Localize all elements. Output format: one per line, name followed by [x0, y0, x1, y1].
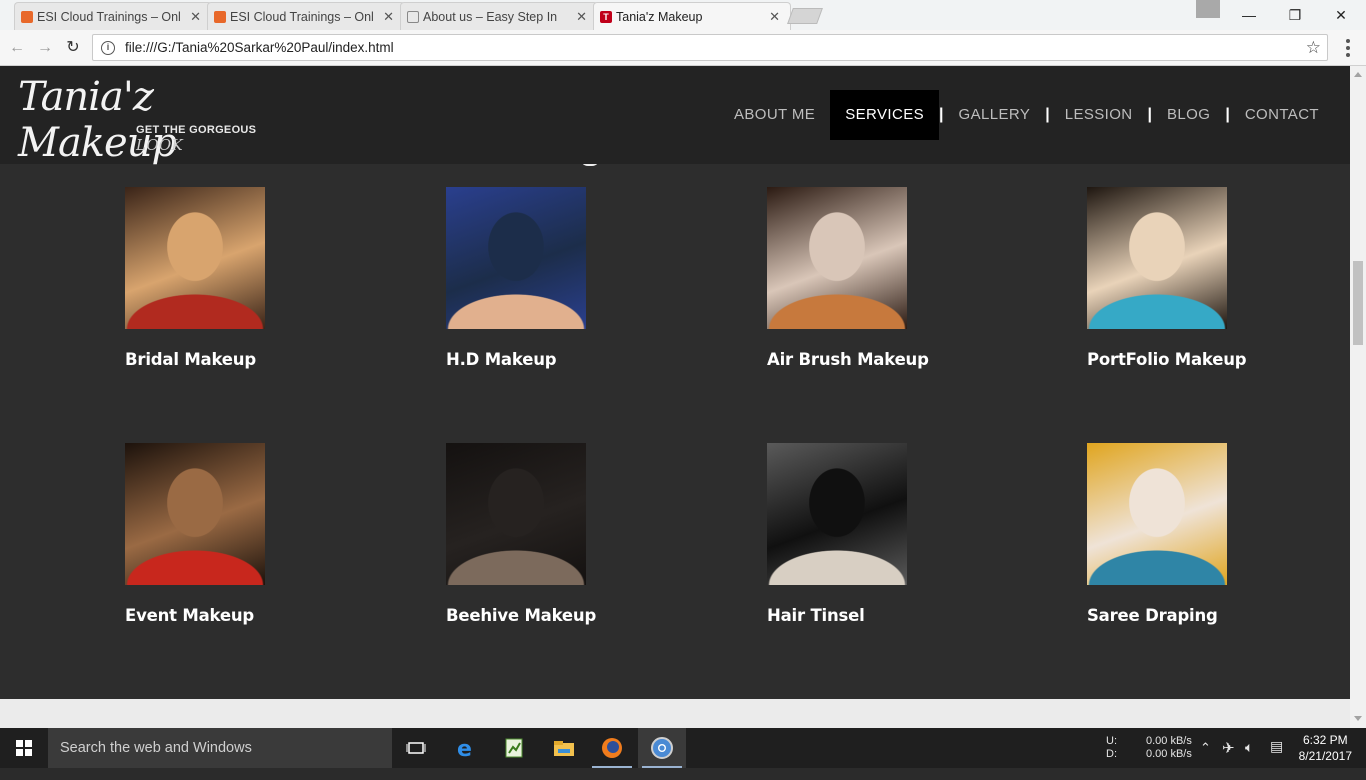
profile-icon[interactable]	[1196, 0, 1220, 18]
browser-toolbar: ← → ↻ i file:///G:/Tania%20Sarkar%20Paul…	[0, 30, 1366, 66]
network-speed-labels: U: D:	[1106, 735, 1117, 775]
page-favicon-icon	[407, 10, 419, 23]
tab-close-icon[interactable]: ✕	[576, 9, 587, 25]
site-favicon-icon: T	[600, 10, 612, 23]
chrome-menu-icon[interactable]	[1340, 39, 1356, 57]
service-image[interactable]	[125, 187, 265, 329]
service-card[interactable]: Beehive Makeup	[446, 443, 646, 625]
service-title[interactable]: PortFolio Makeup	[1087, 350, 1287, 369]
nav-services[interactable]: SERVICES	[830, 90, 940, 140]
close-window-button[interactable]: ✕	[1318, 0, 1364, 30]
browser-tabstrip: ESI Cloud Trainings – Onl ✕ ESI Cloud Tr…	[0, 0, 1366, 30]
service-title[interactable]: Bridal Makeup	[125, 350, 325, 369]
action-center-icon[interactable]: ▤	[1270, 738, 1283, 778]
tab-close-icon[interactable]: ✕	[190, 9, 201, 25]
upload-label: U:	[1106, 735, 1117, 747]
service-image[interactable]	[1087, 443, 1227, 585]
scroll-down-arrow-icon[interactable]	[1354, 716, 1362, 721]
service-title[interactable]: Event Makeup	[125, 606, 325, 625]
tab-title: About us – Easy Step In	[423, 9, 558, 24]
edge-browser-icon[interactable]: e	[442, 728, 490, 768]
address-bar[interactable]: i file:///G:/Tania%20Sarkar%20Paul/index…	[92, 34, 1328, 61]
chrome-icon[interactable]	[638, 728, 686, 768]
windows-logo-icon	[16, 740, 32, 756]
taskbar-clock[interactable]: 6:32 PM 8/21/2017	[1299, 732, 1352, 764]
nav-lession[interactable]: LESSION	[1050, 90, 1148, 140]
upload-speed: 0.00 kB/s	[1146, 735, 1192, 747]
reload-icon[interactable]: ↻	[62, 37, 84, 59]
service-card[interactable]: PortFolio Makeup	[1087, 187, 1287, 369]
scroll-up-arrow-icon[interactable]	[1354, 72, 1362, 77]
service-card[interactable]: Air Brush Makeup	[767, 187, 967, 369]
minimize-button[interactable]: —	[1226, 0, 1272, 30]
network-icon[interactable]: ✈	[1222, 739, 1235, 779]
show-hidden-icons-chevron-icon[interactable]: ⌃	[1200, 740, 1211, 780]
site-logo[interactable]: Tania'z Makeup GET THE GORGEOUS LOOK	[18, 74, 283, 166]
download-speed: 0.00 kB/s	[1146, 748, 1192, 760]
nav-about-me[interactable]: ABOUT ME	[719, 90, 830, 140]
service-title[interactable]: Saree Draping	[1087, 606, 1287, 625]
taskbar-search-box[interactable]: Search the web and Windows	[48, 728, 392, 768]
firefox-icon[interactable]	[588, 728, 636, 768]
browser-tab[interactable]: ESI Cloud Trainings – Onl ✕	[207, 2, 405, 30]
site-header: Tania'z Makeup GET THE GORGEOUS LOOK ABO…	[0, 66, 1350, 166]
clock-date: 8/21/2017	[1298, 749, 1352, 763]
service-title[interactable]: Air Brush Makeup	[767, 350, 967, 369]
network-speed-meter: 0.00 kB/s 0.00 kB/s	[1146, 735, 1192, 775]
tab-title: ESI Cloud Trainings – Onl	[230, 9, 374, 24]
nav-gallery[interactable]: GALLERY	[944, 90, 1046, 140]
browser-tab[interactable]: ESI Cloud Trainings – Onl ✕	[14, 2, 212, 30]
page-footer-strip	[0, 699, 1350, 728]
service-image[interactable]	[446, 187, 586, 329]
download-label: D:	[1106, 748, 1117, 760]
main-nav: ABOUT ME SERVICES | GALLERY | LESSION | …	[719, 90, 1334, 140]
tab-close-icon[interactable]: ✕	[383, 9, 394, 25]
service-card[interactable]: Bridal Makeup	[125, 187, 325, 369]
service-title[interactable]: Beehive Makeup	[446, 606, 646, 625]
service-card[interactable]: Event Makeup	[125, 443, 325, 625]
windows-taskbar: Search the web and Windows e U: D: 0.00 …	[0, 728, 1366, 768]
service-image[interactable]	[1087, 187, 1227, 329]
logo-tagline-text: GET THE GORGEOUS	[136, 124, 257, 136]
forward-arrow-icon[interactable]: →	[34, 37, 56, 59]
tab-title: Tania'z Makeup	[616, 9, 703, 24]
url-text: file:///G:/Tania%20Sarkar%20Paul/index.h…	[125, 40, 394, 55]
new-tab-button[interactable]	[787, 8, 823, 24]
service-image[interactable]	[125, 443, 265, 585]
service-card[interactable]: Saree Draping	[1087, 443, 1287, 625]
start-button[interactable]	[0, 728, 48, 768]
browser-tab[interactable]: About us – Easy Step In ✕	[400, 2, 598, 30]
page-scrollbar[interactable]	[1350, 66, 1366, 728]
info-icon[interactable]: i	[101, 40, 115, 55]
page-viewport: Tania'z Makeup GET THE GORGEOUS LOOK ABO…	[0, 66, 1350, 728]
logo-tagline: GET THE GORGEOUS LOOK	[136, 124, 283, 154]
service-card[interactable]: H.D Makeup	[446, 187, 646, 369]
nav-contact[interactable]: CONTACT	[1230, 90, 1334, 140]
browser-tab-active[interactable]: T Tania'z Makeup ✕	[593, 2, 791, 30]
restore-button[interactable]: ❐	[1272, 0, 1318, 30]
spreadsheet-app-icon[interactable]	[490, 728, 538, 768]
site-favicon-icon	[21, 10, 33, 23]
task-view-icon[interactable]	[392, 728, 440, 768]
service-title[interactable]: H.D Makeup	[446, 350, 646, 369]
service-image[interactable]	[446, 443, 586, 585]
service-title[interactable]: Hair Tinsel	[767, 606, 967, 625]
service-image[interactable]	[767, 187, 907, 329]
svg-text:e: e	[457, 737, 472, 759]
service-image[interactable]	[767, 443, 907, 585]
tab-close-icon[interactable]: ✕	[769, 9, 780, 25]
bookmark-star-icon[interactable]: ☆	[1306, 38, 1321, 58]
logo-tagline-look: LOOK	[136, 136, 183, 154]
back-arrow-icon[interactable]: ←	[6, 37, 28, 59]
service-card[interactable]: Hair Tinsel	[767, 443, 967, 625]
volume-muted-icon[interactable]: 🔈︎	[1245, 739, 1253, 779]
tab-title: ESI Cloud Trainings – Onl	[37, 9, 181, 24]
scrollbar-thumb[interactable]	[1353, 261, 1363, 345]
nav-blog[interactable]: BLOG	[1152, 90, 1225, 140]
file-explorer-icon[interactable]	[540, 728, 588, 768]
site-favicon-icon	[214, 10, 226, 23]
clock-time: 6:32 PM	[1302, 733, 1348, 747]
